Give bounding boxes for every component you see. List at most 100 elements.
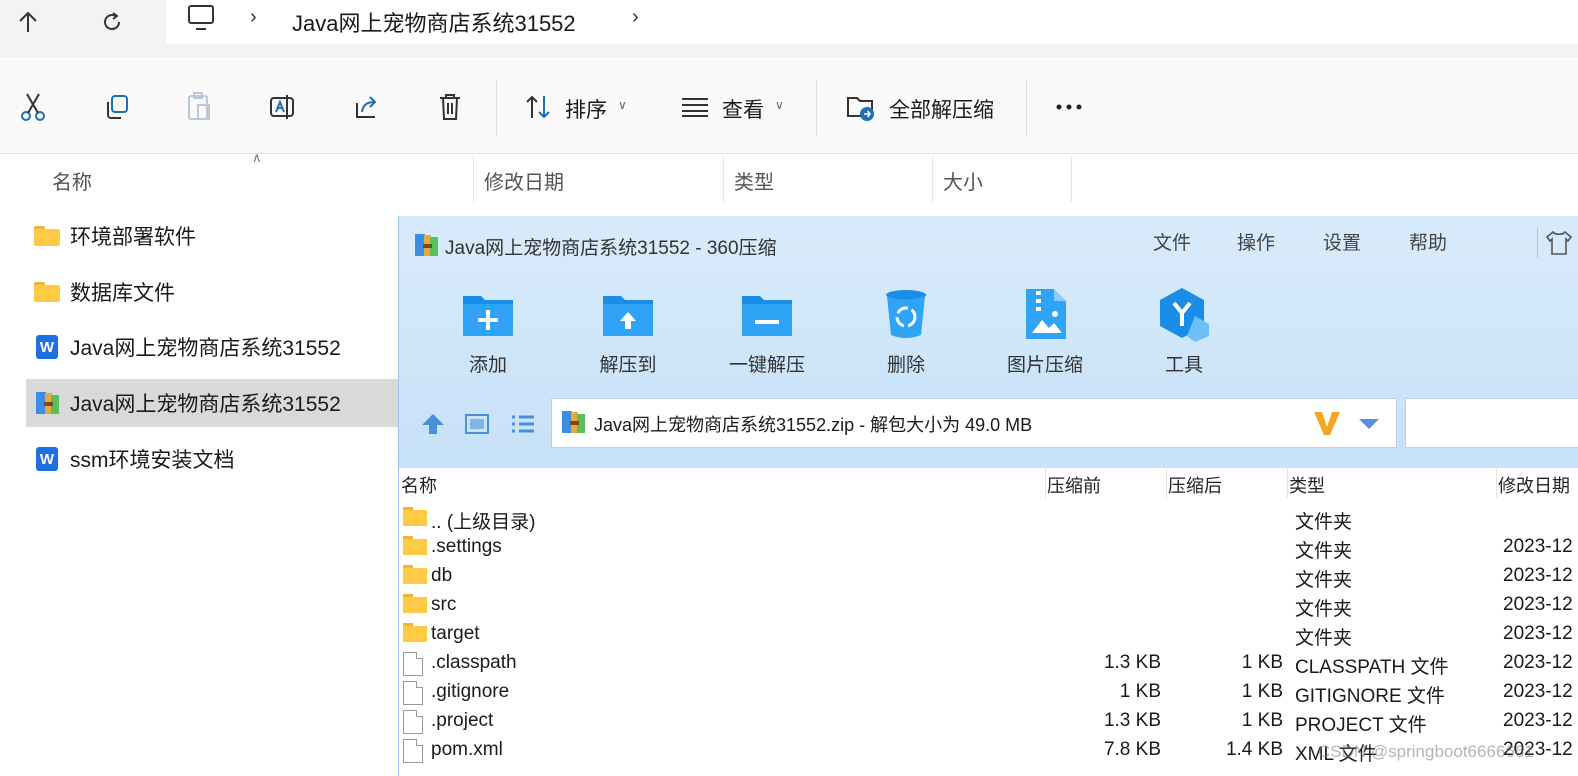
list-item[interactable]: 环境部署软件 [26,212,398,260]
chevron-down-icon[interactable]: ∨ [618,98,627,112]
column-header-after[interactable]: 压缩后 [1168,472,1222,498]
archive-window-header: Java网上宠物商店系统31552 - 360压缩 文件 操作 设置 帮助 添加… [399,216,1578,468]
file-name: 数据库文件 [70,282,175,305]
address-bar: › Java网上宠物商店系统31552 › [0,0,1578,58]
column-divider[interactable] [473,156,474,202]
file-icon [403,652,423,676]
delete-icon[interactable] [433,90,467,124]
wps-document-icon: W [36,447,58,471]
zip-archive-icon [34,390,60,416]
menu-help[interactable]: 帮助 [1409,228,1447,255]
extract-all-icon[interactable] [844,90,878,124]
archive-window: Java网上宠物商店系统31552 - 360压缩 文件 操作 设置 帮助 添加… [398,216,1578,776]
archive-path-field[interactable]: Java网上宠物商店系统31552.zip - 解包大小为 49.0 MB [551,398,1397,448]
table-row[interactable]: src 文件夹 2023-12 [399,591,1578,620]
file-icon [403,739,423,763]
add-button[interactable]: 添加 [433,286,543,386]
column-header-size[interactable]: 大小 [943,156,1071,202]
breadcrumb-item-folder[interactable]: Java网上宠物商店系统31552 [292,6,576,38]
row-name: db [431,565,453,586]
table-row[interactable]: .project 1.3 KB 1 KB PROJECT 文件 2023-12 [399,707,1578,736]
skin-icon[interactable] [1537,228,1577,258]
recycle-bin-icon [878,286,934,342]
table-row[interactable]: db 文件夹 2023-12 [399,562,1578,591]
column-divider[interactable] [1045,464,1046,498]
extract-to-button[interactable]: 解压到 [573,286,683,386]
table-row[interactable]: .settings 文件夹 2023-12 [399,533,1578,562]
table-row[interactable]: .gitignore 1 KB 1 KB GITIGNORE 文件 2023-1… [399,678,1578,707]
image-compress-button[interactable]: 图片压缩 [990,286,1100,386]
thumbnail-view-icon[interactable] [463,410,491,438]
row-name: .gitignore [431,681,510,702]
wps-document-icon: W [36,335,58,359]
column-header-name[interactable]: 名称 [52,156,472,202]
share-icon[interactable] [350,90,384,124]
row-type: 文件夹 [1295,541,1353,562]
row-name: .project [431,710,494,731]
list-item[interactable]: W Java网上宠物商店系统31552 [26,323,398,371]
list-item[interactable]: W ssm环境安装文档 [26,435,398,483]
rename-icon[interactable] [266,90,300,124]
menu-file[interactable]: 文件 [1153,228,1191,255]
sort-icon[interactable] [522,90,556,124]
up-level-icon[interactable] [419,410,447,438]
folder-icon [403,594,427,613]
column-divider[interactable] [723,156,724,202]
one-click-extract-button[interactable]: 一键解压 [712,286,822,386]
paste-icon [182,90,216,124]
column-header-modified[interactable]: 修改日期 [1498,472,1570,498]
column-header-name[interactable]: 名称 [401,472,437,498]
view-icon[interactable] [678,90,712,124]
copy-icon[interactable] [100,90,134,124]
dropdown-arrow-icon[interactable] [1358,417,1380,435]
chevron-right-icon[interactable]: › [632,6,639,29]
tools-button[interactable]: 工具 [1129,286,1239,386]
column-divider[interactable] [1166,464,1167,498]
column-divider[interactable] [1496,464,1497,498]
folder-icon [403,536,427,555]
row-size-after: 1 KB [1241,710,1283,731]
row-size-after: 1 KB [1241,652,1283,673]
column-divider[interactable] [1287,464,1288,498]
list-item-selected[interactable]: Java网上宠物商店系统31552 [26,379,398,427]
column-header-before[interactable]: 压缩前 [1047,472,1101,498]
column-divider[interactable] [932,156,933,202]
table-row[interactable]: .. (上级目录) 文件夹 [399,504,1578,533]
archive-path-text: Java网上宠物商店系统31552.zip - 解包大小为 49.0 MB [594,415,1033,435]
file-icon [403,710,423,734]
row-name: target [431,623,480,644]
delete-button[interactable]: 删除 [851,286,961,386]
extract-all-button[interactable]: 全部解压缩 [889,94,994,124]
zip-archive-icon [560,409,586,435]
menu-operations[interactable]: 操作 [1237,228,1275,255]
table-row[interactable]: .classpath 1.3 KB 1 KB CLASSPATH 文件 2023… [399,649,1578,678]
list-view-icon[interactable] [509,410,537,438]
column-header-date[interactable]: 修改日期 [484,156,722,202]
verified-v-icon[interactable] [1312,409,1342,442]
table-row[interactable]: target 文件夹 2023-12 [399,620,1578,649]
row-type: 文件夹 [1295,570,1353,591]
row-date: 2023-12 [1503,710,1573,731]
refresh-icon[interactable] [94,4,130,40]
column-header-type[interactable]: 类型 [734,156,930,202]
column-divider[interactable] [1071,156,1072,202]
search-input[interactable] [1405,398,1578,448]
one-click-extract-label: 一键解压 [728,355,805,376]
row-type: GITIGNORE 文件 [1295,686,1445,707]
delete-label: 删除 [886,355,925,376]
this-pc-icon[interactable] [186,4,216,37]
column-header-type[interactable]: 类型 [1289,472,1325,498]
view-button[interactable]: 查看 [722,94,764,124]
image-compress-label: 图片压缩 [1006,355,1083,376]
chevron-right-icon[interactable]: › [250,6,257,29]
sort-button[interactable]: 排序 [565,94,607,124]
breadcrumb[interactable]: › Java网上宠物商店系统31552 › [166,0,1578,44]
chevron-down-icon[interactable]: ∨ [775,98,784,112]
cut-icon[interactable] [16,90,50,124]
row-size-after: 1 KB [1241,681,1283,702]
menu-settings[interactable]: 设置 [1323,228,1361,255]
list-item[interactable]: 数据库文件 [26,268,398,316]
up-arrow-icon[interactable] [10,4,46,40]
image-compress-icon [1017,286,1073,342]
more-options-icon[interactable] [1052,90,1086,124]
